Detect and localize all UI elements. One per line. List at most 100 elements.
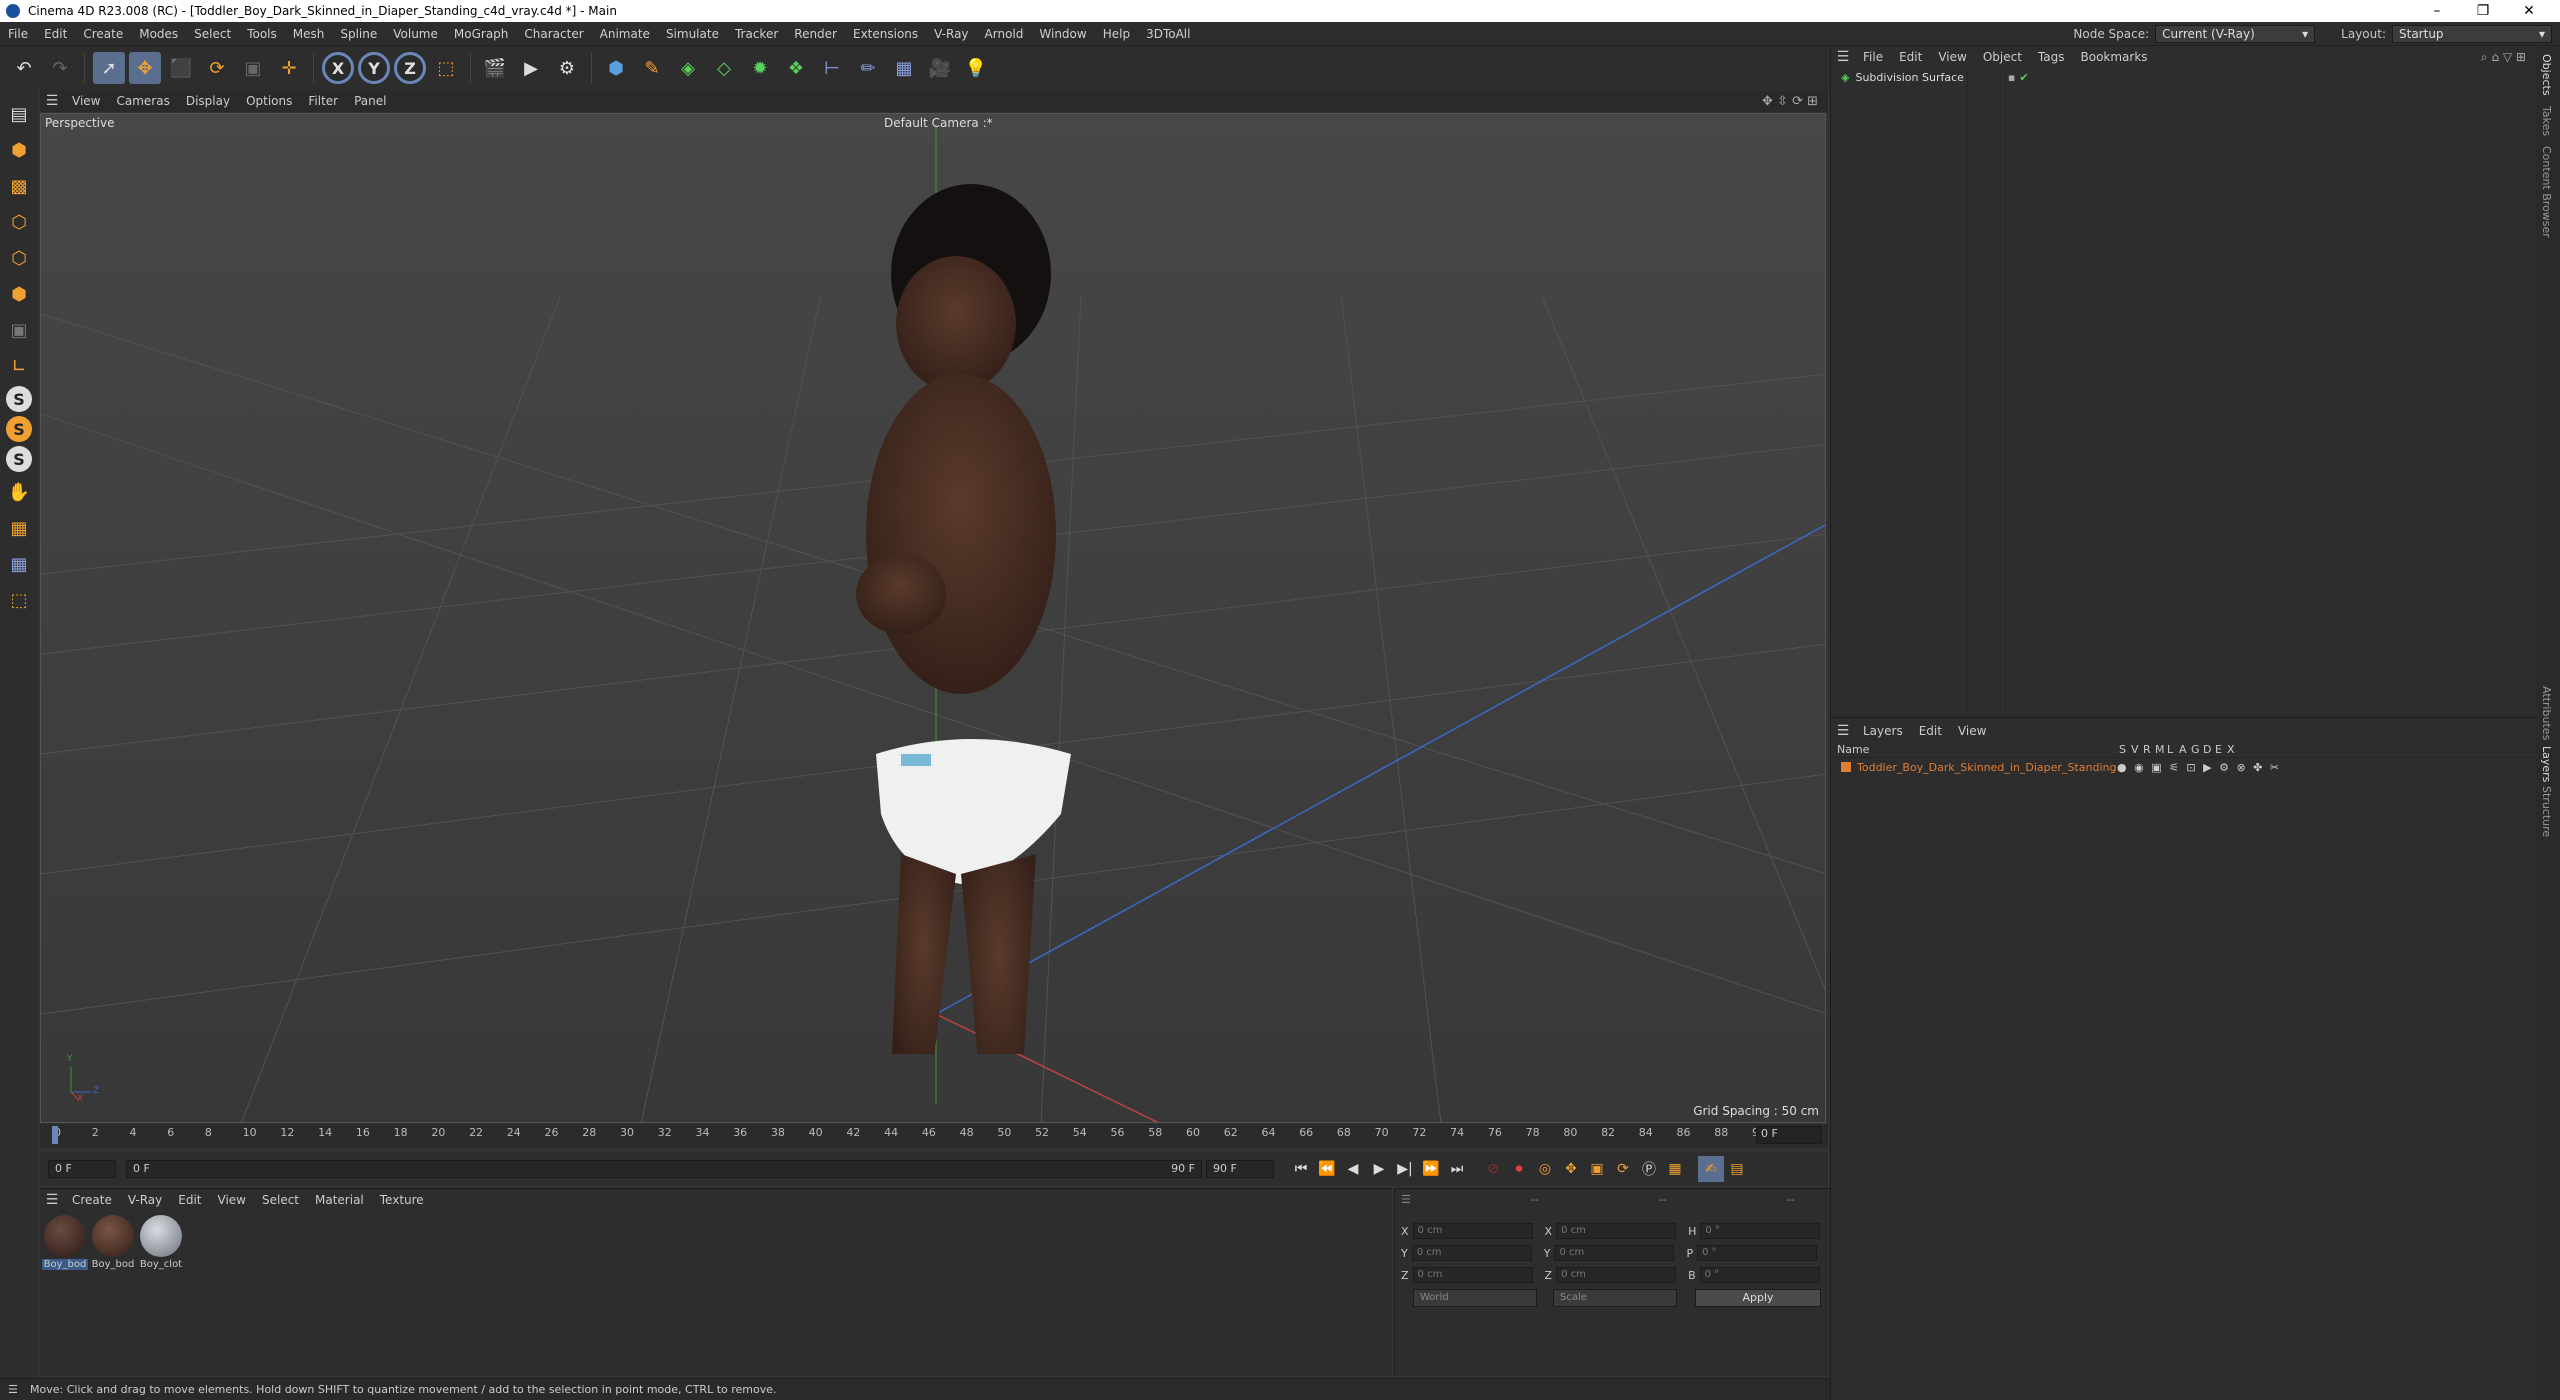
model-mode-icon[interactable]: ⬢ (3, 134, 35, 166)
hamburger-menu-icon[interactable]: ☰ (1831, 49, 1855, 65)
menu-window[interactable]: Window (1031, 27, 1094, 41)
edges-mode-icon[interactable]: ⬡ (3, 242, 35, 274)
redo-icon[interactable]: ↷ (44, 52, 76, 84)
uv-mode-icon[interactable]: ▣ (3, 314, 35, 346)
render-settings-icon[interactable]: ⚙ (551, 52, 583, 84)
om-menu-file[interactable]: File (1855, 50, 1891, 64)
menu-select[interactable]: Select (186, 27, 239, 41)
select-cursor-icon[interactable]: ➚ (93, 52, 125, 84)
texture-mode-icon[interactable]: ▩ (3, 170, 35, 202)
menu-spline[interactable]: Spline (332, 27, 385, 41)
menu-volume[interactable]: Volume (385, 27, 446, 41)
layer-menu-view[interactable]: View (1950, 724, 1994, 738)
size-y-field[interactable]: 0 cm (1554, 1245, 1675, 1261)
coord-mode-dropdown[interactable]: Scale (1553, 1289, 1677, 1307)
viewport-menu-view[interactable]: View (64, 94, 108, 108)
mat-menu-select[interactable]: Select (254, 1193, 307, 1207)
position-y-field[interactable]: 0 cm (1411, 1245, 1532, 1261)
make-editable-icon[interactable]: ▤ (3, 98, 35, 130)
menu-3dtoall[interactable]: 3DToAll (1138, 27, 1198, 41)
start-frame-field[interactable]: 0 F (48, 1160, 116, 1178)
field-icon[interactable]: ⊢ (816, 52, 848, 84)
play-icon[interactable]: ▶ (1366, 1156, 1392, 1182)
position-x-field[interactable]: 0 cm (1412, 1223, 1533, 1239)
hamburger-menu-icon[interactable]: ☰ (40, 1192, 64, 1208)
layout-dropdown[interactable]: Startup ▾ (2392, 24, 2552, 43)
axis-mode-icon[interactable]: ∟ (3, 350, 35, 382)
material-swatch[interactable]: Boy_bod (42, 1215, 88, 1270)
mat-menu-edit[interactable]: Edit (170, 1193, 209, 1207)
menu-create[interactable]: Create (75, 27, 131, 41)
previous-frame-icon[interactable]: ◀ (1340, 1156, 1366, 1182)
next-key-icon[interactable]: ⏩ (1418, 1156, 1444, 1182)
tab-structure[interactable]: Structure (2540, 786, 2553, 837)
rotation-h-field[interactable]: 0 ° (1700, 1223, 1821, 1239)
menu-render[interactable]: Render (786, 27, 845, 41)
layer-menu-edit[interactable]: Edit (1911, 724, 1950, 738)
rotation-b-field[interactable]: 0 ° (1699, 1267, 1820, 1283)
hamburger-menu-icon[interactable]: ☰ (40, 93, 64, 109)
snap-icon[interactable]: S (6, 386, 32, 412)
timeline-window-icon[interactable]: ▤ (1724, 1156, 1750, 1182)
scale-tool-icon[interactable]: ⬛ (165, 52, 197, 84)
menu-mograph[interactable]: MoGraph (446, 27, 517, 41)
polygons-mode-icon[interactable]: ⬢ (3, 278, 35, 310)
z-axis-lock-button[interactable]: Z (394, 52, 426, 84)
record-disabled-icon[interactable]: ⊘ (1480, 1156, 1506, 1182)
mat-menu-create[interactable]: Create (64, 1193, 120, 1207)
rotate-tool-icon[interactable]: ⟳ (201, 52, 233, 84)
om-search-icons[interactable]: ⌕ ⌂ ▽ ⊞ (2481, 50, 2526, 65)
menu-modes[interactable]: Modes (131, 27, 186, 41)
menu-character[interactable]: Character (516, 27, 591, 41)
move-tool-icon[interactable]: ✥ (129, 52, 161, 84)
cube-icon[interactable]: ⬢ (600, 52, 632, 84)
minimize-button[interactable]: – (2414, 0, 2460, 22)
menu-extensions[interactable]: Extensions (845, 27, 926, 41)
frame-range-slider[interactable]: 0 F 90 F (126, 1160, 1202, 1178)
autokey-icon[interactable]: ◎ (1532, 1156, 1558, 1182)
menu-mesh[interactable]: Mesh (285, 27, 333, 41)
om-menu-bookmarks[interactable]: Bookmarks (2073, 50, 2156, 64)
layer-row[interactable]: Toddler_Boy_Dark_Skinned_in_Diaper_Stand… (1831, 758, 2537, 776)
grid-icon[interactable]: ▦ (3, 512, 35, 544)
menu-simulate[interactable]: Simulate (658, 27, 727, 41)
points-mode-icon[interactable]: ⬡ (3, 206, 35, 238)
size-z-field[interactable]: 0 cm (1556, 1267, 1677, 1283)
maximize-button[interactable]: ❐ (2460, 0, 2506, 22)
tab-takes[interactable]: Takes (2540, 106, 2553, 136)
y-axis-lock-button[interactable]: Y (358, 52, 390, 84)
viewport-menu-cameras[interactable]: Cameras (108, 94, 177, 108)
paint-icon[interactable]: ✋ (3, 476, 35, 508)
layer-flag-icons[interactable]: ● ◉ ▣ ⚟ ⊡ ▶ ⚙ ⊗ ✤ ✂ (2117, 761, 2281, 774)
current-frame-field[interactable]: 0 F (1756, 1126, 1822, 1144)
record-icon[interactable]: ⏺ (1506, 1156, 1532, 1182)
visibility-toggle-icon[interactable]: ▪ (2008, 71, 2015, 84)
go-to-start-icon[interactable]: ⏮ (1288, 1156, 1314, 1182)
viewport-menu-panel[interactable]: Panel (346, 94, 394, 108)
x-axis-lock-button[interactable]: X (322, 52, 354, 84)
hamburger-menu-icon[interactable]: ☰ (1831, 723, 1855, 739)
tab-content-browser[interactable]: Content Browser (2540, 146, 2553, 238)
camera-label[interactable]: Default Camera :* (884, 116, 993, 130)
key-parameter-icon[interactable]: Ⓟ (1636, 1156, 1662, 1182)
coord-system-dropdown[interactable]: World (1413, 1289, 1537, 1307)
tab-attributes[interactable]: Attributes (2540, 686, 2553, 740)
floor-icon[interactable]: ▦ (888, 52, 920, 84)
node-space-dropdown[interactable]: Current (V-Ray) ▾ (2155, 24, 2316, 43)
tab-objects[interactable]: Objects (2540, 54, 2553, 96)
tab-layers[interactable]: Layers (2540, 746, 2553, 782)
cloner-icon[interactable]: ✹ (744, 52, 776, 84)
om-menu-edit[interactable]: Edit (1891, 50, 1930, 64)
rotation-p-field[interactable]: 0 ° (1697, 1245, 1818, 1261)
layer-color-swatch[interactable] (1841, 762, 1851, 772)
om-menu-tags[interactable]: Tags (2030, 50, 2073, 64)
3d-viewport[interactable]: Perspective Default Camera :* Grid Spaci… (40, 113, 1826, 1123)
mat-menu-vray[interactable]: V-Ray (120, 1193, 170, 1207)
apply-button[interactable]: Apply (1695, 1289, 1821, 1307)
menu-arnold[interactable]: Arnold (977, 27, 1032, 41)
material-swatch[interactable]: Boy_clot (138, 1215, 184, 1270)
hamburger-menu-icon[interactable]: ☰ (1401, 1193, 1411, 1206)
mat-menu-view[interactable]: View (210, 1193, 254, 1207)
transform-tool-icon[interactable]: ✛ (273, 52, 305, 84)
undo-icon[interactable]: ↶ (8, 52, 40, 84)
